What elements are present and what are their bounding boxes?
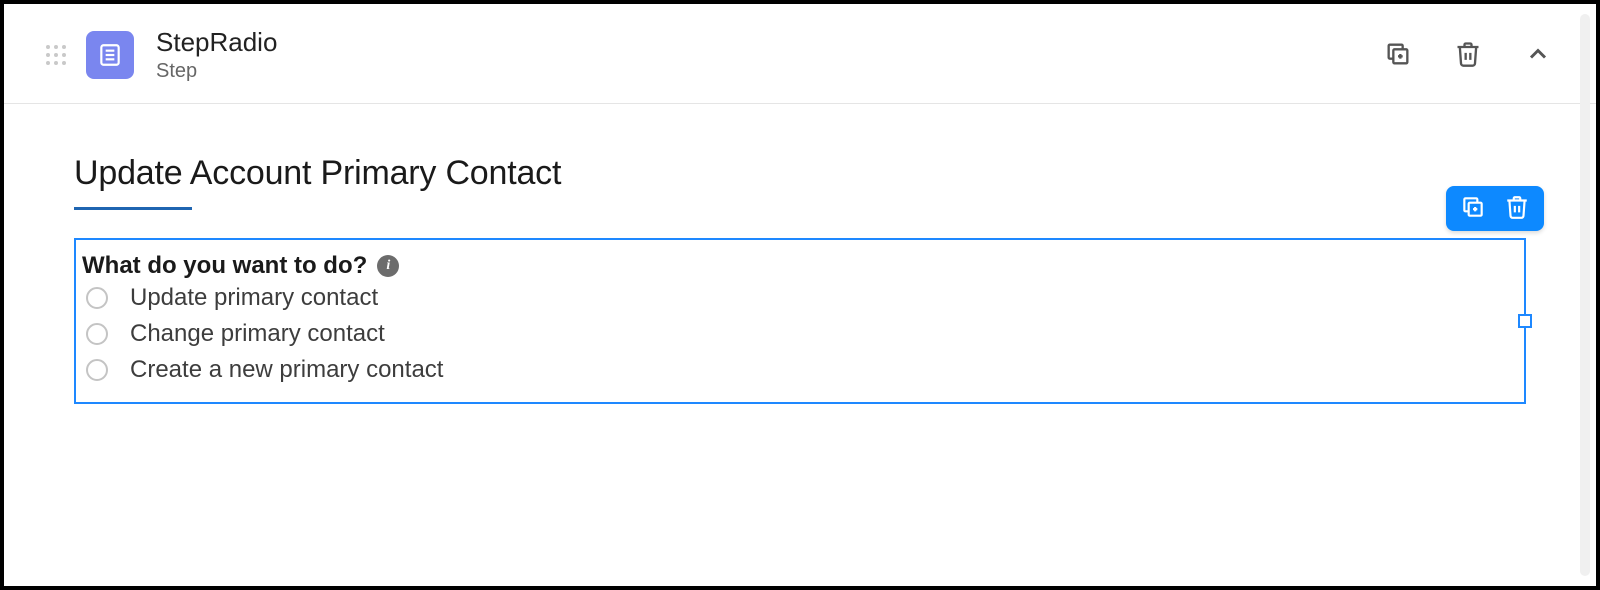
copy-button[interactable] — [1380, 36, 1416, 75]
radio-icon[interactable] — [86, 323, 108, 345]
header-actions — [1380, 36, 1556, 75]
step-title: StepRadio — [156, 28, 1380, 58]
copy-icon — [1460, 194, 1486, 223]
radio-icon[interactable] — [86, 287, 108, 309]
drag-handle-icon[interactable] — [44, 43, 68, 67]
radio-option-label: Create a new primary contact — [130, 356, 443, 384]
radio-icon[interactable] — [86, 359, 108, 381]
heading-underline — [74, 207, 192, 210]
resize-handle[interactable] — [1518, 314, 1532, 328]
delete-element-button[interactable] — [1504, 194, 1530, 223]
delete-button[interactable] — [1450, 36, 1486, 75]
radio-question-box[interactable]: What do you want to do? i Update primary… — [74, 238, 1526, 404]
trash-icon — [1504, 194, 1530, 223]
step-subtitle: Step — [156, 60, 1380, 83]
step-body: Update Account Primary Contact — [4, 104, 1596, 404]
step-type-icon — [86, 31, 134, 79]
radio-option-label: Update primary contact — [130, 284, 378, 312]
radio-option-label: Change primary contact — [130, 320, 385, 348]
step-header: StepRadio Step — [4, 4, 1596, 104]
info-icon[interactable]: i — [377, 255, 399, 277]
copy-icon — [1384, 40, 1412, 71]
step-titles: StepRadio Step — [156, 28, 1380, 83]
radio-option[interactable]: Change primary contact — [80, 316, 1510, 352]
duplicate-element-button[interactable] — [1460, 194, 1486, 223]
question-label: What do you want to do? — [82, 252, 367, 280]
scrollbar[interactable] — [1580, 14, 1590, 576]
collapse-button[interactable] — [1520, 36, 1556, 75]
radio-option[interactable]: Update primary contact — [80, 280, 1510, 316]
radio-option[interactable]: Create a new primary contact — [80, 352, 1510, 388]
trash-icon — [1454, 40, 1482, 71]
element-toolbar — [1446, 186, 1544, 231]
chevron-up-icon — [1524, 40, 1552, 71]
section-heading: Update Account Primary Contact — [74, 154, 1526, 193]
